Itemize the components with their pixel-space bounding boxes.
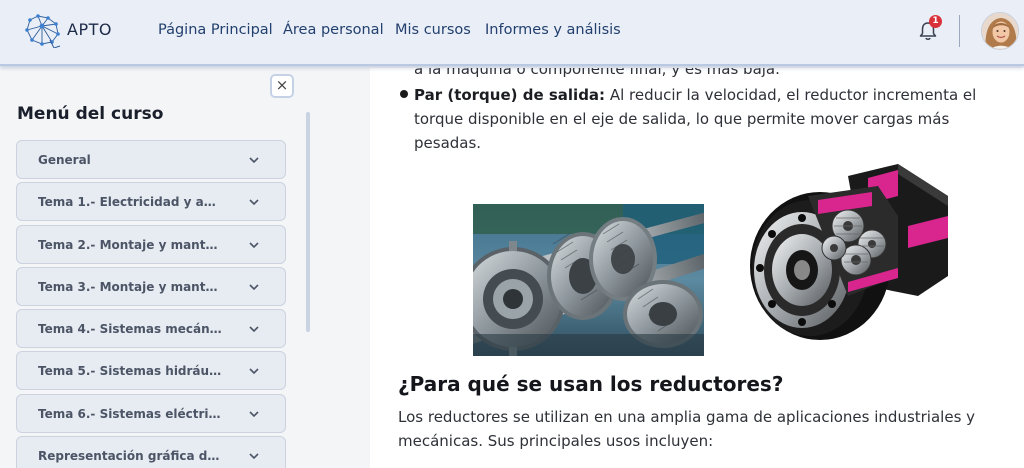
bullet-term: Par (torque) de salida: xyxy=(414,86,606,104)
planetary-reducer-cutaway xyxy=(750,164,948,340)
course-section-label: Tema 5.- Sistemas hidráulicos xyxy=(38,364,223,379)
course-section-tema-2[interactable]: Tema 2.- Montaje y mantenimiento xyxy=(16,224,286,264)
chevron-down-icon xyxy=(249,284,259,291)
course-section-general[interactable]: General xyxy=(16,140,286,179)
chevron-down-icon xyxy=(249,368,259,375)
course-section-tema-3[interactable]: Tema 3.- Montaje y mantenimiento xyxy=(16,266,286,306)
course-section-representacion[interactable]: Representación gráfica de sistemas xyxy=(16,436,286,468)
nav-link-reports[interactable]: Informes y análisis xyxy=(485,22,621,38)
course-section-label: Tema 1.- Electricidad y automatización xyxy=(38,195,223,210)
course-section-tema-6[interactable]: Tema 6.- Sistemas eléctricos xyxy=(16,393,286,433)
nav-link-personal-area[interactable]: Área personal xyxy=(283,22,384,38)
sidebar-scrollbar[interactable] xyxy=(306,112,310,332)
nav-link-home[interactable]: Página Principal xyxy=(158,22,273,38)
section-paragraph: Los reductores se utilizan en una amplia… xyxy=(398,408,976,450)
user-avatar[interactable] xyxy=(981,12,1019,50)
bullet-dot xyxy=(400,90,408,98)
course-section-tema-1[interactable]: Tema 1.- Electricidad y automatización xyxy=(16,182,286,222)
close-sidebar-button[interactable]: × xyxy=(270,74,294,98)
notification-badge: 1 xyxy=(929,15,942,28)
lesson-content: a la máquina o componente final, y es má… xyxy=(370,68,1024,468)
top-navbar: APTO Página Principal Área personal Mis … xyxy=(0,0,1024,66)
previous-bullet-text: a la máquina o componente final, y es má… xyxy=(414,68,780,78)
chevron-down-icon xyxy=(249,157,259,164)
sidebar-title: Menú del curso xyxy=(17,104,164,124)
industrial-gearbox-photo xyxy=(473,204,704,356)
nav-link-my-courses[interactable]: Mis cursos xyxy=(395,22,471,38)
course-section-label: Representación gráfica de sistemas xyxy=(38,449,223,464)
chevron-down-icon xyxy=(249,326,259,333)
chevron-down-icon xyxy=(249,199,259,206)
section-heading: ¿Para qué se usan los reductores? xyxy=(398,372,784,396)
course-section-label: Tema 4.- Sistemas mecánicos xyxy=(38,322,223,337)
course-sidebar: × Menú del curso General Tema 1.- Electr… xyxy=(0,68,312,468)
logo-text[interactable]: APTO xyxy=(67,20,112,39)
course-section-label: General xyxy=(38,153,91,167)
chevron-down-icon xyxy=(249,242,259,248)
course-section-list: General Tema 1.- Electricidad y automati… xyxy=(16,140,286,468)
course-section-label: Tema 2.- Montaje y mantenimiento xyxy=(38,237,223,252)
course-section-tema-4[interactable]: Tema 4.- Sistemas mecánicos xyxy=(16,309,286,349)
output-torque-bullet: Par (torque) de salida: Al reducir la ve… xyxy=(414,83,1004,155)
course-section-label: Tema 3.- Montaje y mantenimiento xyxy=(38,279,223,294)
avatar-image xyxy=(982,13,1018,49)
nav-divider xyxy=(959,15,960,47)
chevron-down-icon xyxy=(249,453,259,460)
course-section-label: Tema 6.- Sistemas eléctricos xyxy=(38,406,223,421)
course-section-tema-5[interactable]: Tema 5.- Sistemas hidráulicos xyxy=(16,351,286,391)
chevron-down-icon xyxy=(249,411,259,417)
